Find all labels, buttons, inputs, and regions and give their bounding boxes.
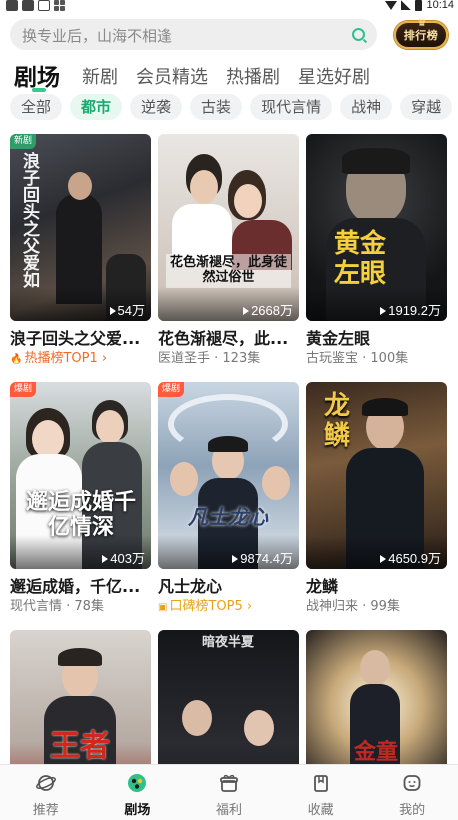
crown-icon: ♛ [417,16,428,29]
rank-button[interactable]: ♛ 排行榜 [394,16,448,49]
search-input[interactable]: 换专业后，山海不相逢 [10,19,377,50]
play-icon [232,555,239,563]
tab-new[interactable]: 新剧 [82,64,118,92]
drama-card[interactable]: 花色渐褪尽，此身徒然过俗世 2668万 花色渐褪尽，此... 医道圣手 · 12… [158,134,299,366]
nav-theater[interactable]: 剧场 [92,765,184,820]
drama-title: 凡士龙心 [158,577,223,595]
poster-title: 龙鳞 [323,391,350,451]
view-count: 54万 [109,300,145,319]
category-all[interactable]: 全部 [10,94,63,120]
tab-theater[interactable]: 剧场 [14,64,60,92]
search-placeholder: 换专业后，山海不相逢 [22,27,173,45]
drama-rank: ▣ 口碑榜TOP5 › [158,599,253,614]
drama-poster[interactable]: 凡士龙心 爆剧 9874.4万 [158,382,299,569]
view-count: 9874.4万 [232,548,293,567]
notification-icon [6,0,18,11]
view-count: 4650.9万 [380,548,441,567]
poster-title: 黄金左眼 [333,229,386,289]
new-badge: 新剧 [10,134,37,149]
drama-card[interactable]: 邂逅成婚千亿情深 爆剧 403万 邂逅成婚，千亿... 现代言情 · 78集 [10,382,151,614]
category-costume[interactable]: 古装 [190,94,243,120]
category-comeback[interactable]: 逆袭 [130,94,183,120]
planet-icon [35,775,56,791]
grid-icon [54,0,65,11]
category-tabs: 全部 都市 逆袭 古装 现代言情 战神 穿越 [10,94,458,122]
theater-icon [128,774,147,792]
view-count: 403万 [102,548,145,567]
nav-label: 推荐 [32,803,59,818]
drama-card[interactable]: 黄金左眼 1919.2万 黄金左眼 古玩鉴宝 · 100集 [306,134,447,366]
drama-meta: 医道圣手 · 123集 [158,351,261,366]
rank-button-label: 排行榜 [403,29,439,42]
category-romance[interactable]: 现代言情 [250,94,333,120]
search-row: 换专业后，山海不相逢 ♛ 排行榜 [10,16,450,52]
drama-rank: 🔥 热播榜TOP1 › [10,351,108,366]
nav-favorites[interactable]: 收藏 [275,765,367,820]
drama-title: 邂逅成婚，千亿... [10,577,141,595]
status-bar: 10:14 [0,0,458,14]
category-war-god[interactable]: 战神 [340,94,393,120]
category-time-travel[interactable]: 穿越 [400,94,453,120]
tab-hot[interactable]: 热播剧 [226,64,280,92]
nav-label: 剧场 [124,803,151,818]
bookmark-icon [313,775,328,792]
drama-meta: 战神归来 · 99集 [306,599,400,614]
drama-poster[interactable]: 邂逅成婚千亿情深 爆剧 403万 [10,382,151,569]
poster-title: 王者 [50,729,110,764]
play-icon [380,307,387,315]
poster-title: 邂逅成婚千亿情深 [25,489,136,541]
view-count: 1919.2万 [380,300,441,319]
play-icon [102,555,109,563]
nav-label: 收藏 [307,803,334,818]
drama-meta: 古玩鉴宝 · 100集 [306,351,409,366]
nav-welfare[interactable]: 福利 [183,765,275,820]
drama-poster[interactable]: 花色渐褪尽，此身徒然过俗世 2668万 [158,134,299,321]
mail-icon [38,0,50,11]
poster-title: 浪子回头之父爱如 [19,152,39,288]
notification-icon [22,0,34,11]
poster-title: 花色渐褪尽，此身徒然过俗世 [166,254,291,288]
drama-meta: 现代言情 · 78集 [10,599,104,614]
view-count: 2668万 [243,300,293,319]
battery-icon [415,0,423,11]
hot-badge: 爆剧 [158,382,185,397]
drama-card[interactable]: 龙鳞 4650.9万 龙鳞 战神归来 · 99集 [306,382,447,614]
drama-title: 花色渐褪尽，此... [158,329,289,347]
fire-icon: 🔥 [10,354,23,365]
tab-vip[interactable]: 会员精选 [136,64,208,92]
drama-poster[interactable]: 黄金左眼 1919.2万 [306,134,447,321]
drama-card[interactable]: 凡士龙心 爆剧 9874.4万 凡士龙心 ▣ 口碑榜TOP5 › [158,382,299,614]
drama-title: 龙鳞 [306,577,339,595]
search-icon[interactable] [352,28,365,41]
nav-label: 我的 [399,803,426,818]
signal-icon [401,0,412,10]
poster-title: 金童 [353,739,398,765]
play-icon [243,307,250,315]
bottom-nav: 推荐 剧场 福利 收藏 我的 [0,764,458,820]
hot-badge: 爆剧 [10,382,37,397]
drama-title: 浪子回头之父爱... [10,329,141,347]
poster-title: 凡士龙心 [188,505,268,529]
play-icon [380,555,387,563]
status-time: 10:14 [426,0,454,11]
drama-poster[interactable]: 龙鳞 4650.9万 [306,382,447,569]
drama-poster[interactable]: 浪子回头之父爱如 新剧 54万 [10,134,151,321]
praise-icon: ▣ [158,602,168,613]
profile-icon [403,775,421,791]
nav-recommend[interactable]: 推荐 [0,765,92,820]
main-tabs: 剧场 新剧 会员精选 热播剧 星选好剧 [14,56,388,92]
category-urban[interactable]: 都市 [70,94,123,120]
nav-label: 福利 [215,803,242,818]
drama-title: 黄金左眼 [306,329,371,347]
poster-title: 暗夜半夏 [201,635,254,650]
gift-icon [220,774,238,792]
drama-card[interactable]: 浪子回头之父爱如 新剧 54万 浪子回头之父爱... 🔥 热播榜TOP1 › [10,134,151,366]
wifi-icon [385,0,398,10]
nav-mine[interactable]: 我的 [366,765,458,820]
tab-star[interactable]: 星选好剧 [298,64,370,92]
play-icon [109,307,116,315]
